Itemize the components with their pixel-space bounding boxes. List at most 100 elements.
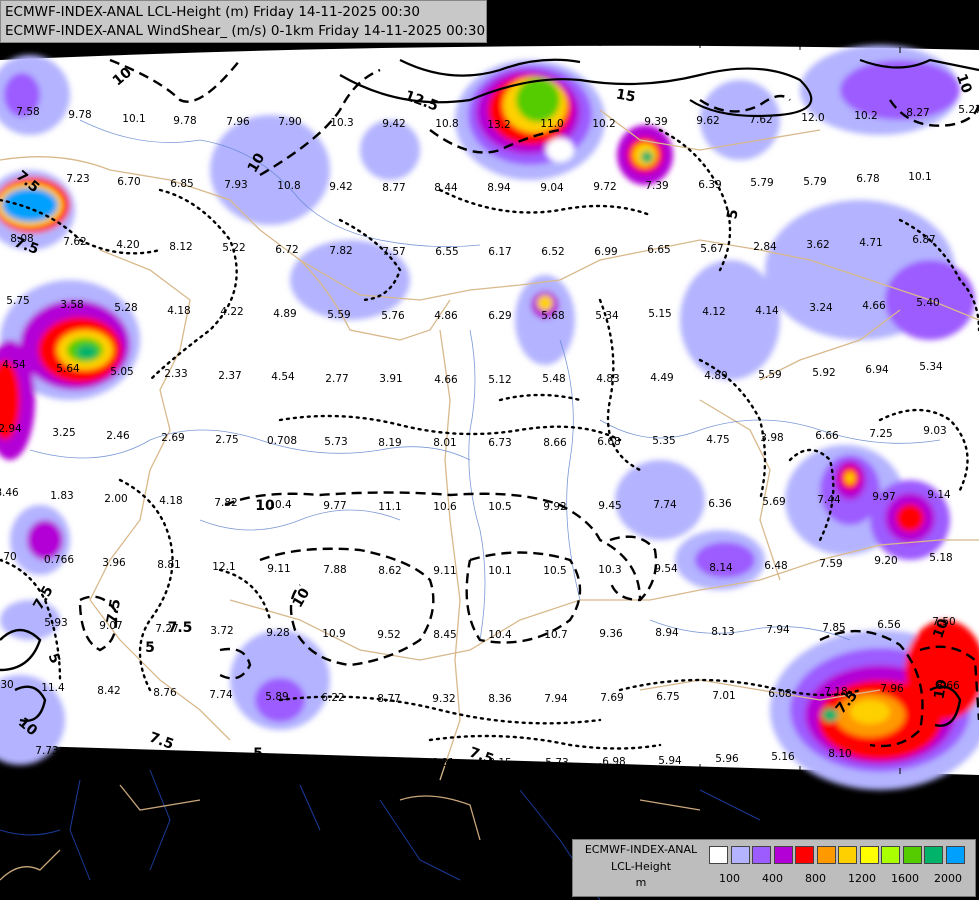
- value-label: 5.68: [541, 310, 564, 322]
- value-label: 8.45: [433, 629, 456, 641]
- value-label: 6.70: [117, 176, 140, 188]
- value-label: 3.58: [60, 299, 83, 311]
- value-label: 8.12: [169, 241, 192, 253]
- value-label: 7.62: [63, 236, 86, 248]
- value-label: 9.04: [540, 182, 564, 194]
- value-label: 0.766: [44, 554, 74, 566]
- value-label: 5.17: [318, 756, 341, 768]
- value-label: 5.73: [545, 757, 568, 769]
- value-label: 5.35: [652, 435, 675, 447]
- value-label: 9.39: [644, 116, 667, 128]
- value-label: 8.08: [10, 233, 33, 245]
- value-label: 7.69: [600, 692, 623, 704]
- value-label: 7.39: [645, 180, 668, 192]
- value-label: 7.27: [155, 623, 178, 635]
- value-label: 10.5: [488, 501, 511, 513]
- value-label: 7.74: [653, 499, 677, 511]
- value-label: 5.34: [595, 310, 619, 322]
- value-label: 10.4: [488, 629, 512, 641]
- value-label: 13.2: [487, 119, 510, 131]
- value-label: 0.708: [267, 435, 297, 447]
- value-label: 5.27: [958, 104, 979, 116]
- value-label: 5.40: [916, 297, 939, 309]
- value-label: 7.74: [209, 689, 233, 701]
- value-label: 5.18: [929, 552, 952, 564]
- value-label: 6.72: [275, 244, 298, 256]
- value-label: 10.5: [543, 565, 566, 577]
- value-label: 10.1: [908, 171, 931, 183]
- value-label: 9.54: [654, 563, 678, 575]
- value-label: 5.34: [919, 361, 943, 373]
- value-label: 6.29: [488, 310, 511, 322]
- value-label: 9.78: [173, 115, 196, 127]
- value-label: 6.66: [815, 430, 839, 442]
- value-label: 7.58: [16, 106, 39, 118]
- legend-tick-label: 2000: [934, 872, 962, 885]
- value-label: 2.69: [161, 432, 184, 444]
- map-header: ECMWF-INDEX-ANAL LCL-Height (m) Friday 1…: [0, 0, 487, 43]
- value-label: 9.14: [927, 489, 951, 501]
- value-label: 7.96: [880, 683, 904, 695]
- value-label: 4.18: [159, 495, 182, 507]
- value-label: 5.92: [812, 367, 835, 379]
- value-label: 4.66: [862, 300, 886, 312]
- legend-swatch: [752, 846, 771, 864]
- value-label: 5.94: [658, 755, 682, 767]
- value-label: 4.54: [2, 359, 26, 371]
- value-label: 5.96: [715, 753, 739, 765]
- value-label: 7.90: [278, 116, 301, 128]
- value-label: 4.86: [434, 310, 458, 322]
- value-label: 5.79: [803, 176, 826, 188]
- value-label: 5.73: [324, 436, 347, 448]
- legend-tick-label: 1200: [848, 872, 876, 885]
- value-label: 8.45: [148, 751, 171, 763]
- value-label: 4.14: [755, 305, 779, 317]
- value-label: 7.01: [712, 690, 735, 702]
- value-label: 6.08: [768, 688, 791, 700]
- value-label: 8.27: [906, 107, 929, 119]
- value-label: 7.94: [544, 693, 568, 705]
- legend-swatch: [773, 846, 793, 864]
- value-label: 8.62: [378, 565, 401, 577]
- value-label: 3.62: [806, 239, 829, 251]
- value-label: 2.00: [104, 493, 127, 505]
- weather-map[interactable]: 1012.5 15107.557.51010107.557.5 7.55107.51…: [0, 0, 979, 900]
- value-label: 2.33: [164, 368, 187, 380]
- value-label: 7.25: [869, 428, 892, 440]
- value-label: 7.82: [214, 497, 237, 509]
- value-label: 10.2: [592, 118, 615, 130]
- value-label: 9.62: [696, 115, 719, 127]
- value-label: 8.13: [711, 626, 734, 638]
- value-label: 6.98: [602, 756, 625, 768]
- value-label: 4.89: [704, 370, 727, 382]
- value-label: 11.0: [540, 118, 563, 130]
- value-label: 6.78: [856, 173, 879, 185]
- legend-swatch: [838, 846, 857, 864]
- value-label: 9.32: [432, 693, 455, 705]
- value-label: 7.82: [329, 245, 352, 257]
- value-label: 4.18: [167, 305, 190, 317]
- value-label: 6.87: [912, 234, 935, 246]
- value-label: 8.10: [828, 748, 851, 760]
- value-label: 6.56: [877, 619, 901, 631]
- value-label: 7.57: [382, 246, 405, 258]
- value-label: 6.68: [597, 436, 620, 448]
- value-label: 9.97: [872, 491, 895, 503]
- legend-tick-label: 400: [762, 872, 783, 885]
- value-label: 5.64: [56, 363, 80, 375]
- value-label: 6.73: [488, 437, 511, 449]
- value-label: 3.98: [760, 432, 783, 444]
- value-label: 5.79: [750, 177, 773, 189]
- value-label: 9.28: [266, 627, 289, 639]
- value-label: 10.4: [268, 499, 292, 511]
- value-label: 3.91: [379, 373, 402, 385]
- value-label: 5.59: [327, 309, 350, 321]
- value-label: 9.78: [68, 109, 91, 121]
- value-label: 8.15: [488, 757, 511, 769]
- value-label: 7.62: [749, 114, 772, 126]
- legend-tick-label: 1600: [891, 872, 919, 885]
- value-label: 3.25: [52, 427, 75, 439]
- value-label: 6.52: [541, 246, 564, 258]
- value-label: 5.69: [762, 496, 785, 508]
- value-label: 10.7: [544, 629, 567, 641]
